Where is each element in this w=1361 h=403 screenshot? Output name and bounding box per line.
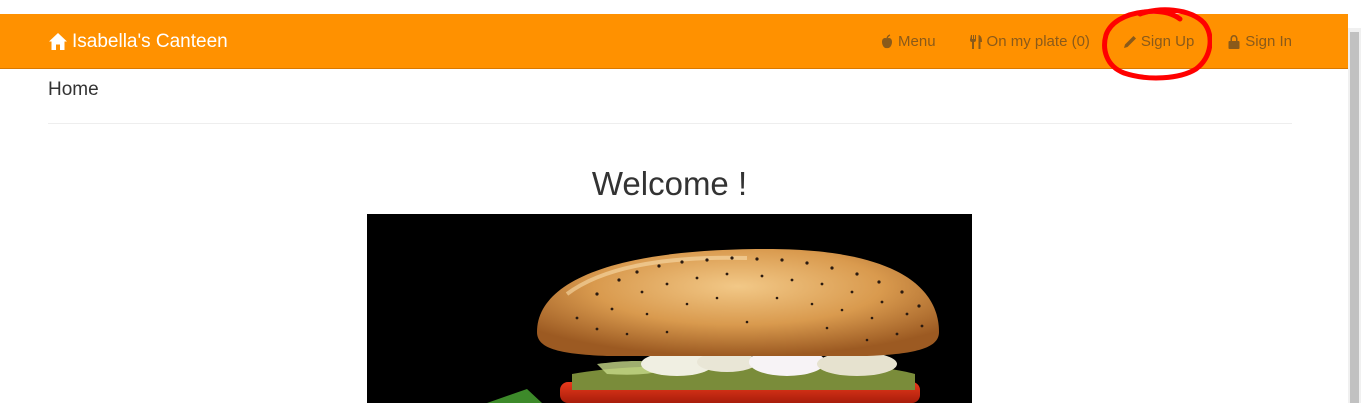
burger-illustration [367, 214, 972, 403]
page-scrollbar[interactable] [1348, 28, 1361, 403]
welcome-heading: Welcome ! [591, 165, 748, 202]
nav-signin-link[interactable]: Sign In [1226, 33, 1292, 50]
nav-plate-label: On my plate (0) [986, 33, 1090, 50]
lock-icon [1228, 34, 1240, 49]
nav-menu-link[interactable]: Menu [879, 33, 936, 50]
scrollbar-thumb[interactable] [1350, 32, 1359, 403]
breadcrumb-divider [48, 123, 1292, 124]
nav-links: Menu On my plate (0) Sign Up Sign In [847, 14, 1292, 69]
home-icon [49, 33, 67, 50]
nav-menu-label: Menu [898, 33, 936, 50]
page: Isabella's Canteen Menu On my plate (0) [0, 0, 1361, 403]
hero-image [367, 214, 972, 403]
nav-signup-label: Sign Up [1140, 33, 1195, 50]
brand-link[interactable]: Isabella's Canteen [48, 30, 228, 54]
fork-knife-icon [969, 34, 982, 49]
breadcrumb-current: Home [48, 79, 99, 100]
brand-title: Isabella's Canteen [72, 31, 228, 52]
breadcrumb: Home [48, 79, 99, 101]
top-navbar: Isabella's Canteen Menu On my plate (0) [0, 14, 1348, 69]
nav-signup-link[interactable]: Sign Up [1122, 33, 1194, 50]
apple-icon [882, 33, 893, 48]
nav-signin-label: Sign In [1245, 33, 1292, 50]
pencil-icon [1123, 35, 1136, 48]
nav-plate-link[interactable]: On my plate (0) [968, 33, 1090, 50]
